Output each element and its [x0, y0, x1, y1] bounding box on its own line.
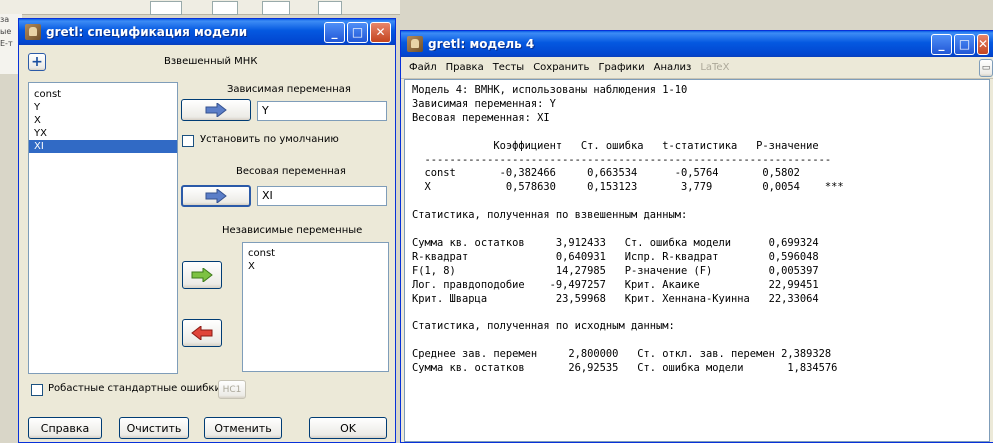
minimize-button[interactable]: _ — [324, 21, 345, 43]
hc-button[interactable]: HC1 — [218, 380, 246, 399]
menu-bar: Файл Правка Тесты Сохранить Графики Анал… — [401, 57, 993, 79]
help-button[interactable]: Справка — [28, 417, 102, 439]
list-item-selected[interactable]: XI — [29, 140, 177, 153]
copy-icon-button[interactable]: ▭ — [979, 59, 993, 77]
copy-icon: ▭ — [981, 63, 991, 73]
default-checkbox[interactable] — [182, 135, 194, 147]
background-taskbar-fragment — [0, 0, 400, 15]
list-item[interactable]: X — [243, 260, 388, 273]
background-tab — [212, 1, 238, 15]
cancel-button-label: Отменить — [214, 421, 272, 435]
gretl-app-icon — [407, 36, 423, 52]
maximize-button[interactable]: □ — [954, 33, 975, 55]
minimize-button[interactable]: _ — [931, 33, 952, 55]
background-tab — [318, 1, 342, 15]
hc-button-label: HC1 — [222, 384, 242, 395]
window-title: gretl: спецификация модели — [46, 25, 248, 39]
list-item[interactable]: X — [29, 114, 177, 127]
dependent-label: Зависимая переменная — [227, 84, 351, 95]
close-button[interactable]: ✕ — [370, 21, 391, 43]
menu-file[interactable]: Файл — [409, 62, 437, 73]
list-item[interactable]: YX — [29, 127, 177, 140]
menu-graphs[interactable]: Графики — [598, 62, 644, 73]
list-item[interactable]: const — [243, 247, 388, 260]
list-item[interactable]: Y — [29, 101, 177, 114]
robust-checkbox[interactable] — [31, 384, 43, 396]
spec-window: gretl: спецификация модели _ □ ✕ + Взвеш… — [18, 18, 396, 443]
model-output-text: Модель 4: ВМНК, использованы наблюдения … — [412, 84, 844, 375]
remove-independent-button[interactable] — [182, 319, 222, 347]
menu-latex: LaTeX — [700, 62, 730, 73]
help-button-label: Справка — [40, 421, 90, 435]
clear-button-label: Очистить — [126, 421, 182, 435]
maximize-button[interactable]: □ — [347, 21, 368, 43]
green-arrow-right-icon — [191, 268, 213, 282]
weight-field[interactable]: XI — [257, 186, 387, 206]
add-independent-button[interactable] — [182, 261, 222, 289]
plus-icon: + — [31, 54, 43, 70]
dependent-field[interactable]: Y — [257, 101, 387, 121]
ok-button-label: OK — [340, 421, 356, 435]
gretl-app-icon — [25, 24, 41, 40]
method-label: Взвешенный МНК — [164, 56, 258, 67]
spec-titlebar[interactable]: gretl: спецификация модели _ □ ✕ — [19, 19, 395, 45]
arrow-right-icon — [205, 189, 227, 203]
weight-label: Весовая переменная — [236, 166, 346, 177]
independent-label: Независимые переменные — [222, 225, 363, 236]
menu-tests[interactable]: Тесты — [493, 62, 524, 73]
red-arrow-left-icon — [191, 326, 213, 340]
menu-save[interactable]: Сохранить — [533, 62, 589, 73]
cancel-button[interactable]: Отменить — [204, 417, 282, 439]
menu-edit[interactable]: Правка — [446, 62, 484, 73]
close-button[interactable]: ✕ — [977, 33, 989, 55]
menu-analysis[interactable]: Анализ — [654, 62, 692, 73]
model-titlebar[interactable]: gretl: модель 4 _ □ ✕ — [401, 31, 993, 57]
model-output[interactable]: Модель 4: ВМНК, использованы наблюдения … — [404, 79, 990, 442]
background-tab — [150, 1, 182, 15]
variable-list[interactable]: const Y X YX XI — [28, 82, 178, 374]
background-tab — [262, 1, 290, 15]
default-checkbox-label: Установить по умолчанию — [200, 134, 339, 145]
weight-select-button[interactable] — [181, 185, 251, 207]
independent-list[interactable]: const X — [242, 242, 389, 372]
window-title: gretl: модель 4 — [428, 37, 535, 51]
clear-button[interactable]: Очистить — [119, 417, 189, 439]
arrow-right-icon — [205, 103, 227, 117]
add-button[interactable]: + — [28, 53, 46, 71]
model-window: gretl: модель 4 _ □ ✕ Файл Правка Тесты … — [400, 30, 993, 443]
ok-button[interactable]: OK — [309, 417, 387, 439]
dependent-select-button[interactable] — [181, 99, 251, 121]
robust-checkbox-label: Робастные стандартные ошибки — [48, 383, 221, 394]
list-item[interactable]: const — [29, 88, 177, 101]
